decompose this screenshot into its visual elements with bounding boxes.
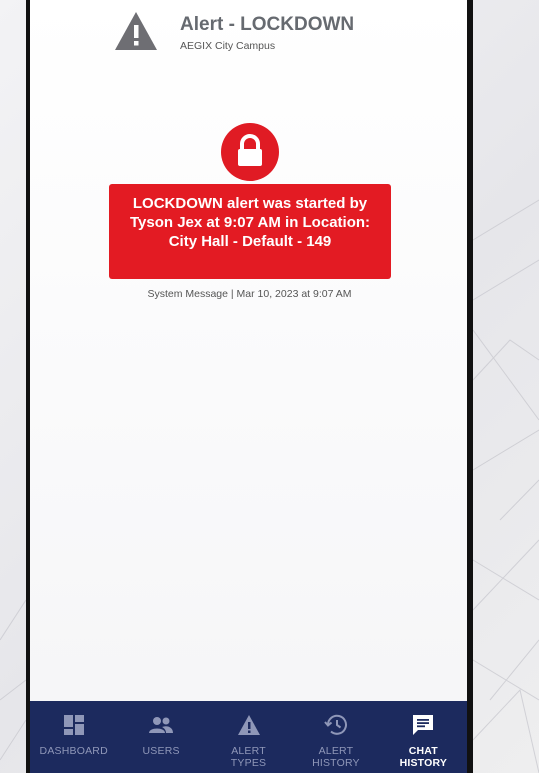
tab-alert-types[interactable]: ALERT TYPES [205, 701, 292, 773]
warning-triangle-icon [115, 12, 157, 50]
campus-name: AEGIX City Campus [180, 40, 276, 52]
dashboard-icon [62, 713, 86, 737]
tab-label: ALERT TYPES [230, 745, 267, 769]
tab-alert-history[interactable]: ALERT HISTORY [292, 701, 379, 773]
system-message-bubble: LOCKDOWN alert was started by Tyson Jex … [109, 184, 391, 279]
tab-label: DASHBOARD [39, 745, 108, 757]
tab-label: CHAT HISTORY [399, 745, 448, 769]
bottom-tab-bar: DASHBOARD USERS ALERT TYPES ALERT HISTOR… [30, 701, 467, 773]
tab-label: ALERT HISTORY [312, 745, 360, 769]
alert-types-icon [237, 713, 261, 737]
users-icon [149, 713, 174, 737]
tab-dashboard[interactable]: DASHBOARD [30, 701, 117, 773]
tab-chat-history[interactable]: CHAT HISTORY [380, 701, 467, 773]
alert-header: Alert - LOCKDOWN AEGIX City Campus [30, 0, 467, 62]
alert-title: Alert - LOCKDOWN [180, 14, 355, 35]
lock-icon [238, 134, 262, 166]
tab-users[interactable]: USERS [117, 701, 204, 773]
tab-label: USERS [142, 745, 180, 757]
chat-icon [411, 713, 435, 737]
app-screen: Alert - LOCKDOWN AEGIX City Campus LOCKD… [30, 0, 467, 773]
history-icon [324, 713, 348, 737]
phone-frame: Alert - LOCKDOWN AEGIX City Campus LOCKD… [26, 0, 473, 773]
message-meta: System Message | Mar 10, 2023 at 9:07 AM [147, 288, 352, 300]
lock-badge [221, 123, 279, 181]
